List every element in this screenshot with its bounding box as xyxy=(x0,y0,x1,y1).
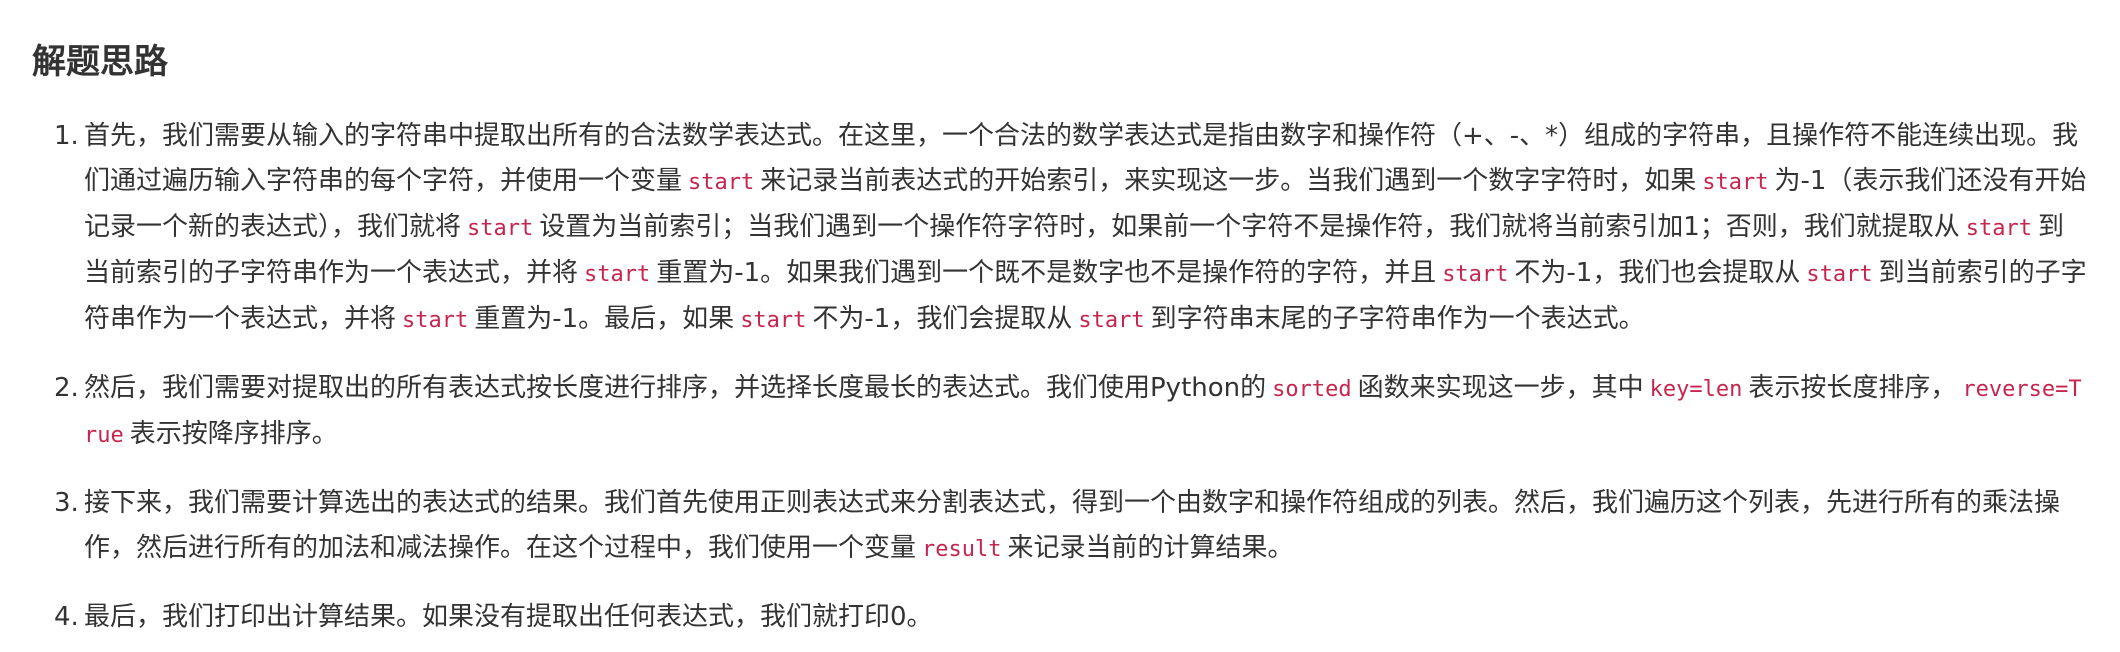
inline-code: start xyxy=(1965,216,2033,241)
steps-list: 1. 首先，我们需要从输入的字符串中提取出所有的合法数学表达式。在这里，一个合法的… xyxy=(30,114,2090,640)
inline-code: result xyxy=(922,537,1002,562)
inline-code: start xyxy=(688,170,755,195)
inline-code: start xyxy=(584,262,651,287)
inline-code: start xyxy=(1442,262,1509,287)
step-number: 3. xyxy=(54,488,79,518)
step-text: 设置为当前索引；当我们遇到一个操作符字符时，如果前一个字符不是操作符，我们就将当… xyxy=(539,212,1960,242)
inline-code: start xyxy=(1078,308,1145,333)
inline-code: start xyxy=(1806,262,1873,287)
step-item: 2. 然后，我们需要对提取出的所有表达式按长度进行排序，并选择长度最长的表达式。我… xyxy=(54,366,2090,458)
inline-code: start xyxy=(1702,170,1769,195)
inline-code: start xyxy=(402,308,469,333)
step-text: 重置为-1。最后，如果 xyxy=(474,304,735,334)
step-text: 表示按长度排序， xyxy=(1748,373,1957,403)
step-text: 不为-1，我们也会提取从 xyxy=(1514,258,1801,288)
step-text: 重置为-1。如果我们遇到一个既不是数字也不是操作符的字符，并且 xyxy=(656,258,1437,288)
inline-code: key=len xyxy=(1649,377,1743,402)
inline-code: start xyxy=(740,308,807,333)
step-item: 3. 接下来，我们需要计算选出的表达式的结果。我们首先使用正则表达式来分割表达式，… xyxy=(54,481,2090,572)
step-text: 不为-1，我们会提取从 xyxy=(812,304,1073,334)
step-text: 来记录当前表达式的开始索引，来实现这一步。当我们遇到一个数字字符时，如果 xyxy=(760,166,1697,196)
step-text: 到字符串末尾的子字符串作为一个表达式。 xyxy=(1150,304,1645,334)
step-text: 最后，我们打印出计算结果。如果没有提取出任何表达式，我们就打印0。 xyxy=(84,602,933,632)
step-text: 函数来实现这一步，其中 xyxy=(1357,373,1644,403)
step-number: 1. xyxy=(54,121,79,151)
step-number: 2. xyxy=(54,373,79,403)
document-page: 解题思路 1. 首先，我们需要从输入的字符串中提取出所有的合法数学表达式。在这里，… xyxy=(0,0,2120,652)
step-item: 4. 最后，我们打印出计算结果。如果没有提取出任何表达式，我们就打印0。 xyxy=(54,595,2090,640)
inline-code: sorted xyxy=(1272,377,1352,402)
step-number: 4. xyxy=(54,602,79,632)
step-item: 1. 首先，我们需要从输入的字符串中提取出所有的合法数学表达式。在这里，一个合法的… xyxy=(54,114,2090,343)
step-text: 然后，我们需要对提取出的所有表达式按长度进行排序，并选择长度最长的表达式。我们使… xyxy=(84,373,1267,403)
step-text: 表示按降序排序。 xyxy=(129,419,338,449)
step-text: 来记录当前的计算结果。 xyxy=(1007,533,1294,563)
page-title: 解题思路 xyxy=(32,42,168,82)
inline-code: start xyxy=(467,216,534,241)
